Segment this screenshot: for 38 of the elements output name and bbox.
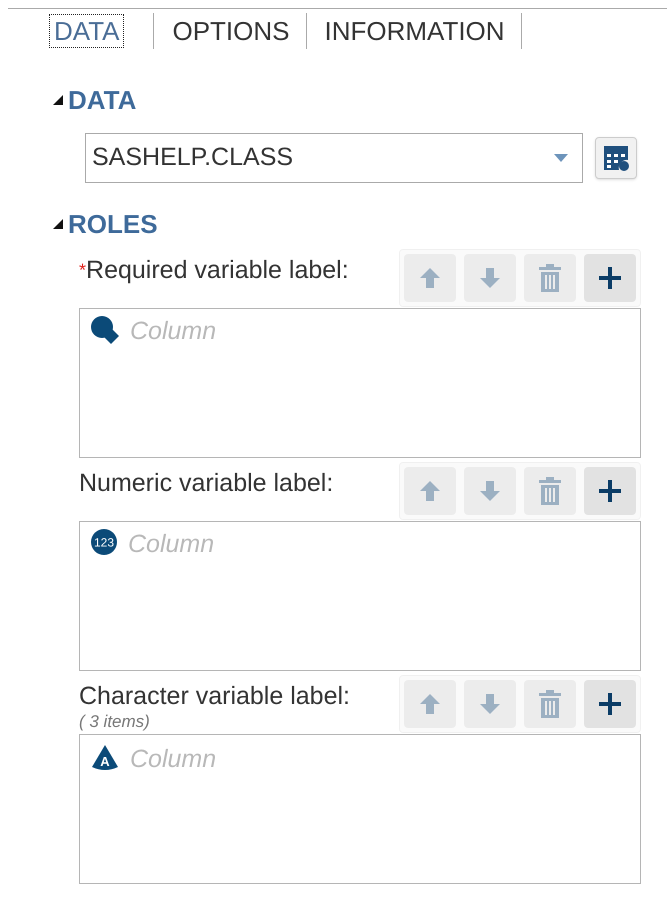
add-button[interactable]	[584, 467, 636, 515]
up-arrow-icon	[419, 479, 441, 503]
trash-icon	[538, 264, 562, 292]
tab[interactable]: DATA	[50, 14, 124, 46]
up-arrow-icon	[419, 692, 441, 716]
select-table-button[interactable]	[595, 137, 637, 179]
role-label: Numeric variable label:	[79, 468, 334, 498]
trash-icon	[538, 690, 562, 718]
role-label: *Required variable label:	[79, 255, 349, 285]
item-count: ( 3 items)	[79, 711, 151, 733]
plus-icon	[598, 266, 622, 290]
plus-icon	[598, 692, 622, 716]
plus-icon	[598, 479, 622, 503]
tab[interactable]: OPTIONS	[168, 14, 294, 46]
column-drop-field[interactable]: A Column	[79, 734, 641, 884]
section-title: DATA	[68, 85, 136, 115]
down-arrow-icon	[479, 266, 501, 290]
down-arrow-icon	[479, 692, 501, 716]
down-arrow-icon	[479, 479, 501, 503]
caret-icon	[554, 154, 568, 162]
column-placeholder: Column	[130, 744, 216, 775]
add-button[interactable]	[584, 680, 636, 728]
trash-icon	[538, 477, 562, 505]
numeric-icon: 123	[90, 528, 118, 556]
table-icon	[602, 144, 630, 172]
column-placeholder: Column	[130, 316, 216, 347]
dataset-dropdown[interactable]: SASHELP.CLASS	[85, 133, 583, 183]
column-drop-field[interactable]: 123 Column	[79, 521, 641, 671]
section-title: ROLES	[68, 209, 158, 239]
shapes-icon	[90, 315, 120, 347]
up-arrow-icon	[419, 266, 441, 290]
tab[interactable]: INFORMATION	[320, 14, 509, 46]
collapse-triangle-icon[interactable]	[52, 218, 64, 230]
character-icon: A	[90, 743, 120, 773]
role-label: Character variable label:	[79, 681, 350, 711]
collapse-triangle-icon[interactable]	[52, 94, 64, 106]
add-button[interactable]	[584, 254, 636, 302]
column-placeholder: Column	[128, 529, 214, 560]
